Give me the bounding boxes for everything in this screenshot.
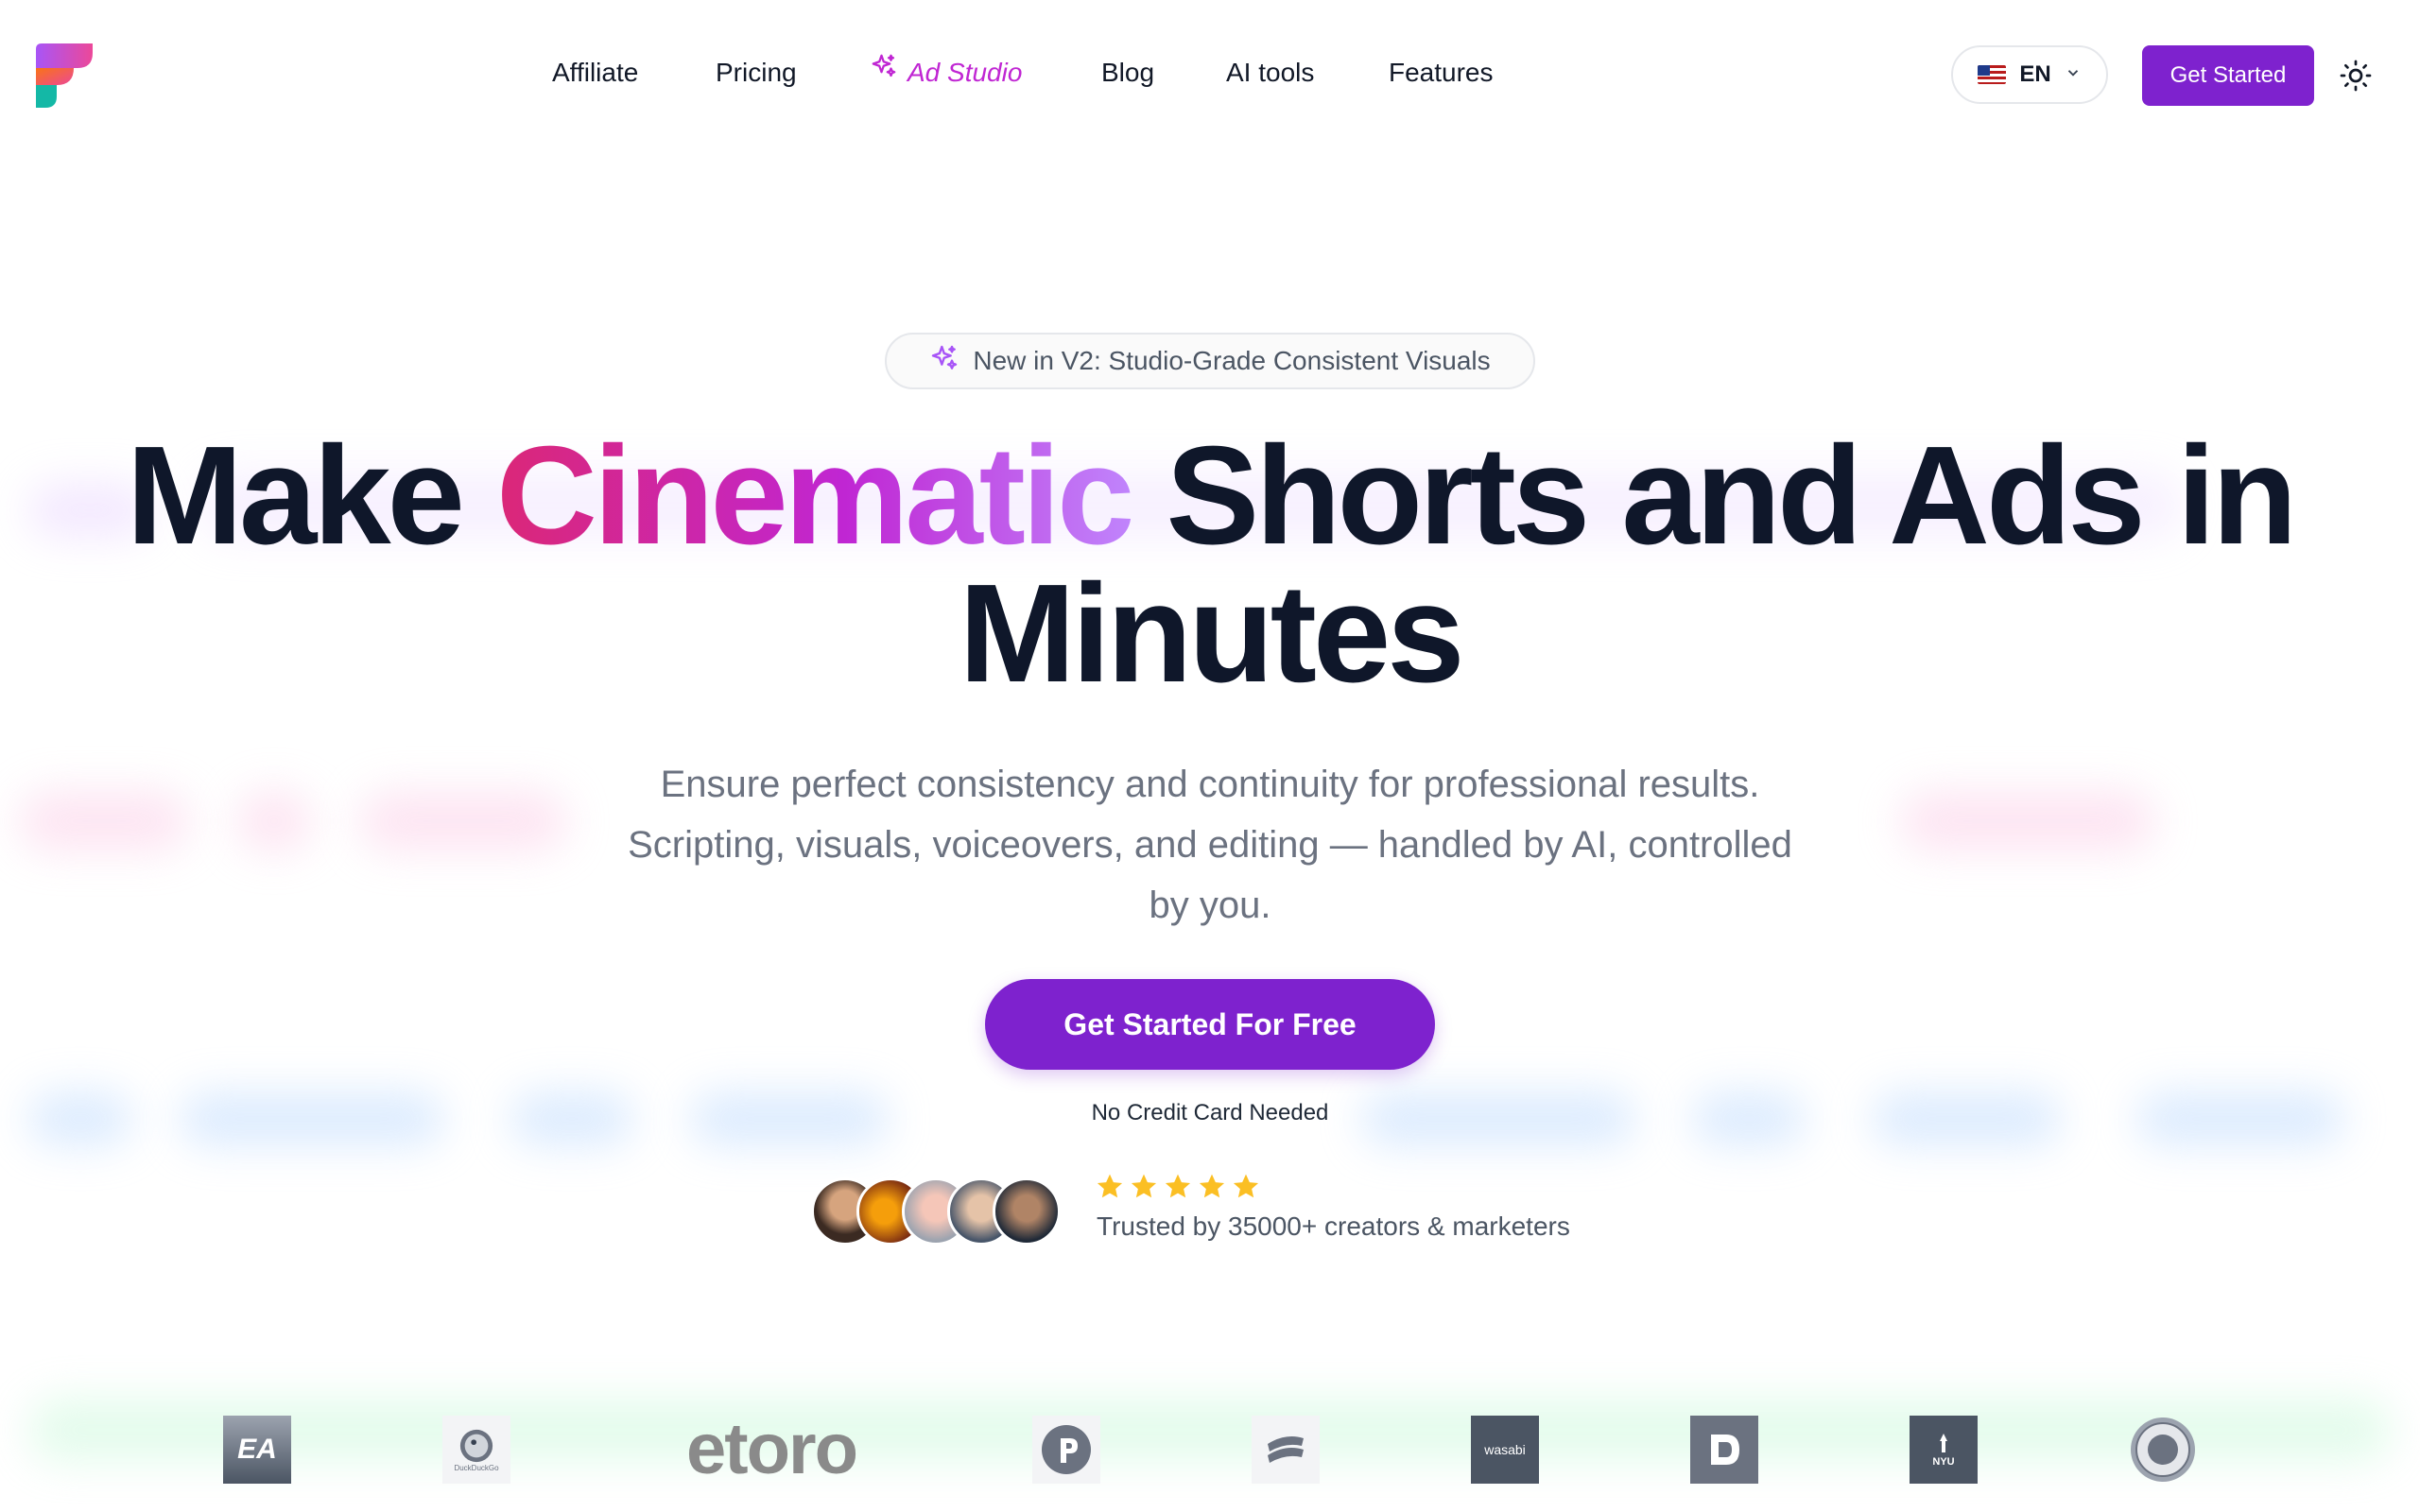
bg-blur-band	[359, 792, 567, 850]
etoro-logo: etoro	[686, 1409, 858, 1489]
star-icon	[1165, 1174, 1191, 1198]
sparkle-icon	[870, 48, 898, 95]
pearson-logo	[1032, 1416, 1100, 1484]
subtext-line1: Ensure perfect consistency and continuit…	[660, 764, 1760, 805]
star-icon	[1097, 1174, 1123, 1198]
star-icon	[1199, 1174, 1225, 1198]
wave-logo	[1252, 1416, 1320, 1484]
nav-features[interactable]: Features	[1389, 49, 1494, 96]
language-selector[interactable]: EN	[1951, 45, 2108, 104]
d-logo	[1690, 1416, 1758, 1484]
language-label: EN	[2019, 61, 2051, 87]
get-started-free-button[interactable]: Get Started For Free	[985, 979, 1435, 1070]
nav-ad-studio[interactable]: Ad Studio	[870, 49, 1022, 96]
nav-affiliate[interactable]: Affiliate	[552, 49, 638, 96]
badge-text: New in V2: Studio-Grade Consistent Visua…	[973, 346, 1491, 375]
wasabi-logo: wasabi	[1471, 1416, 1539, 1484]
hero-subtext: Ensure perfect consistency and continuit…	[567, 754, 1853, 936]
ea-logo: EA	[223, 1416, 291, 1484]
bg-blur-band	[1900, 792, 2155, 850]
rating-stars	[1095, 1172, 1261, 1202]
headline-part1: Make	[126, 418, 497, 574]
headline-highlight: Cinematic	[496, 418, 1134, 574]
us-flag-icon	[1978, 65, 2007, 84]
version-badge[interactable]: New in V2: Studio-Grade Consistent Visua…	[885, 333, 1535, 389]
headline-part2: Shorts and Ads in	[1131, 418, 2297, 574]
star-icon	[1233, 1174, 1259, 1198]
trusted-text: Trusted by 35000+ creators & marketers	[1097, 1211, 1570, 1241]
hero-headline: Make Cinematic Shorts and Ads in Minutes	[0, 426, 2420, 704]
sparkle-icon	[929, 343, 959, 380]
avatar	[993, 1177, 1061, 1246]
bg-blur-band	[236, 792, 312, 850]
bg-blur-band	[28, 1399, 2392, 1461]
university-seal-logo	[2129, 1416, 2197, 1484]
chevron-down-icon	[2065, 61, 2082, 88]
nyu-logo: NYU	[1910, 1416, 1978, 1484]
subtext-line3: by you.	[1149, 885, 1271, 926]
get-started-button[interactable]: Get Started	[2142, 45, 2314, 106]
sun-icon[interactable]	[2339, 59, 2373, 93]
subtext-line2: Scripting, visuals, voiceovers, and edit…	[628, 824, 1792, 866]
nav-ad-studio-label: Ad Studio	[908, 58, 1023, 87]
no-credit-card-note: No Credit Card Needed	[1091, 1100, 1329, 1125]
headline-line2: Minutes	[959, 556, 1464, 712]
duckduckgo-logo: DuckDuckGo	[442, 1416, 510, 1484]
nav-ai-tools[interactable]: AI tools	[1226, 49, 1314, 96]
nav-pricing[interactable]: Pricing	[716, 49, 797, 96]
star-icon	[1131, 1174, 1157, 1198]
brand-logo[interactable]	[36, 43, 93, 108]
nav-blog[interactable]: Blog	[1101, 49, 1154, 96]
bg-blur-band	[19, 792, 189, 850]
